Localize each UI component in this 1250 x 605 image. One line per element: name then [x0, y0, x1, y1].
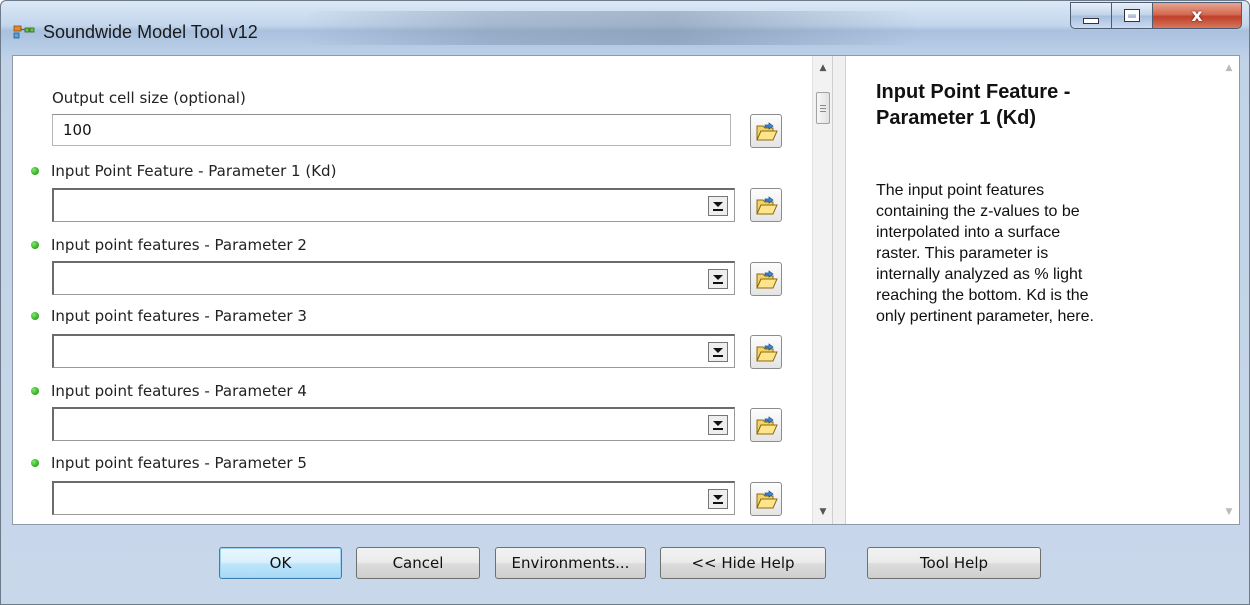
folder-open-icon [756, 490, 778, 509]
help-description: The input point features containing the … [876, 180, 1196, 327]
param-1-select[interactable] [52, 188, 735, 222]
chevron-down-icon[interactable] [708, 196, 728, 216]
chevron-down-icon[interactable] [708, 489, 728, 509]
param-5-select[interactable] [52, 481, 735, 515]
required-indicator-icon [31, 241, 39, 249]
folder-open-icon [756, 416, 778, 435]
param-3-label: Input point features - Parameter 3 [51, 307, 307, 325]
environments-button[interactable]: Environments... [495, 547, 646, 579]
maximize-button[interactable] [1111, 2, 1153, 29]
parameters-scrollbar[interactable]: ▲ ▼ [812, 56, 833, 524]
param-2-select[interactable] [52, 261, 735, 295]
help-panel: Input Point Feature - Parameter 1 (Kd) T… [846, 56, 1219, 524]
title-bar-glass-effect [301, 11, 921, 45]
required-indicator-icon [31, 167, 39, 175]
help-text-line: internally analyzed as % light [876, 266, 1083, 283]
folder-open-icon [756, 196, 778, 215]
chevron-down-icon[interactable] [708, 342, 728, 362]
chevron-down-icon[interactable] [708, 269, 728, 289]
help-text-line: raster. This parameter is [876, 245, 1049, 262]
ok-button[interactable]: OK [219, 547, 342, 579]
dialog-content: Output cell size (optional) 100 Input Po… [12, 55, 1240, 525]
param-3-select[interactable] [52, 334, 735, 368]
model-tool-icon [13, 25, 35, 39]
help-text-line: only pertinent parameter, here. [876, 308, 1094, 325]
scroll-up-icon[interactable]: ▲ [813, 60, 833, 76]
scroll-down-icon[interactable]: ▼ [813, 504, 833, 520]
tool-help-button[interactable]: Tool Help [867, 547, 1041, 579]
param-1-browse-button[interactable] [750, 188, 782, 222]
hide-help-button[interactable]: << Hide Help [660, 547, 826, 579]
folder-open-icon [756, 270, 778, 289]
help-text-line: containing the z-values to be [876, 203, 1080, 220]
scrollbar-thumb[interactable] [816, 92, 830, 124]
param-3-browse-button[interactable] [750, 335, 782, 369]
window-title: Soundwide Model Tool v12 [43, 22, 258, 42]
help-text-line: reaching the bottom. Kd is the [876, 287, 1089, 304]
required-indicator-icon [31, 459, 39, 467]
cell-size-input[interactable]: 100 [52, 114, 731, 146]
close-icon: x [1191, 5, 1203, 26]
title-bar[interactable]: Soundwide Model Tool v12 x [1, 1, 1249, 55]
help-scrollbar[interactable]: ▲ ▼ [1219, 56, 1239, 524]
maximize-icon [1124, 9, 1140, 22]
help-title-line: Input Point Feature - [876, 81, 1071, 103]
help-text-line: interpolated into a surface [876, 224, 1061, 241]
param-5-browse-button[interactable] [750, 482, 782, 516]
minimize-button[interactable] [1070, 2, 1112, 29]
required-indicator-icon [31, 387, 39, 395]
param-2-label: Input point features - Parameter 2 [51, 236, 307, 254]
help-title: Input Point Feature - Parameter 1 (Kd) [876, 79, 1196, 131]
scroll-up-icon[interactable]: ▲ [1219, 60, 1239, 76]
folder-open-icon [756, 343, 778, 362]
cell-size-browse-button[interactable] [750, 114, 782, 148]
parameters-panel: Output cell size (optional) 100 Input Po… [13, 56, 812, 524]
help-text-line: The input point features [876, 182, 1045, 199]
param-4-label: Input point features - Parameter 4 [51, 382, 307, 400]
cancel-button[interactable]: Cancel [356, 547, 480, 579]
tool-dialog-window: Soundwide Model Tool v12 x Output cell s… [0, 0, 1250, 605]
folder-open-icon [756, 122, 778, 141]
param-4-browse-button[interactable] [750, 408, 782, 442]
scroll-down-icon[interactable]: ▼ [1219, 504, 1239, 520]
minimize-icon [1083, 17, 1099, 24]
close-button[interactable]: x [1152, 2, 1242, 29]
param-5-label: Input point features - Parameter 5 [51, 454, 307, 472]
chevron-down-icon[interactable] [708, 415, 728, 435]
param-2-browse-button[interactable] [750, 262, 782, 296]
required-indicator-icon [31, 312, 39, 320]
cell-size-label: Output cell size (optional) [52, 89, 246, 107]
param-1-label: Input Point Feature - Parameter 1 (Kd) [51, 162, 337, 180]
param-4-select[interactable] [52, 407, 735, 441]
help-title-line: Parameter 1 (Kd) [876, 107, 1037, 129]
panel-splitter[interactable] [832, 56, 846, 524]
